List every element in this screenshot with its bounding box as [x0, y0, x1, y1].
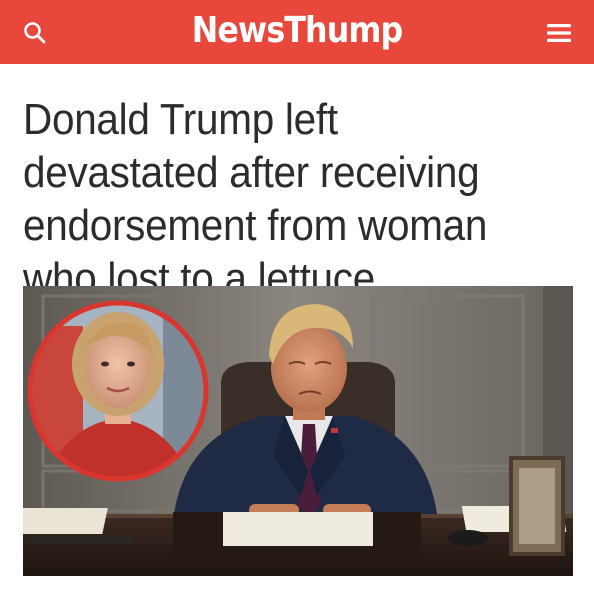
article-headline[interactable]: Donald Trump left devastated after recei… [23, 93, 538, 305]
menu-button[interactable] [544, 18, 574, 48]
hamburger-menu-icon [547, 24, 571, 42]
site-logo[interactable]: NewsThump [36, 10, 559, 51]
site-header: NewsThump [0, 0, 594, 64]
article-hero-image[interactable] [23, 286, 573, 576]
hero-photo-illustration [23, 286, 573, 576]
